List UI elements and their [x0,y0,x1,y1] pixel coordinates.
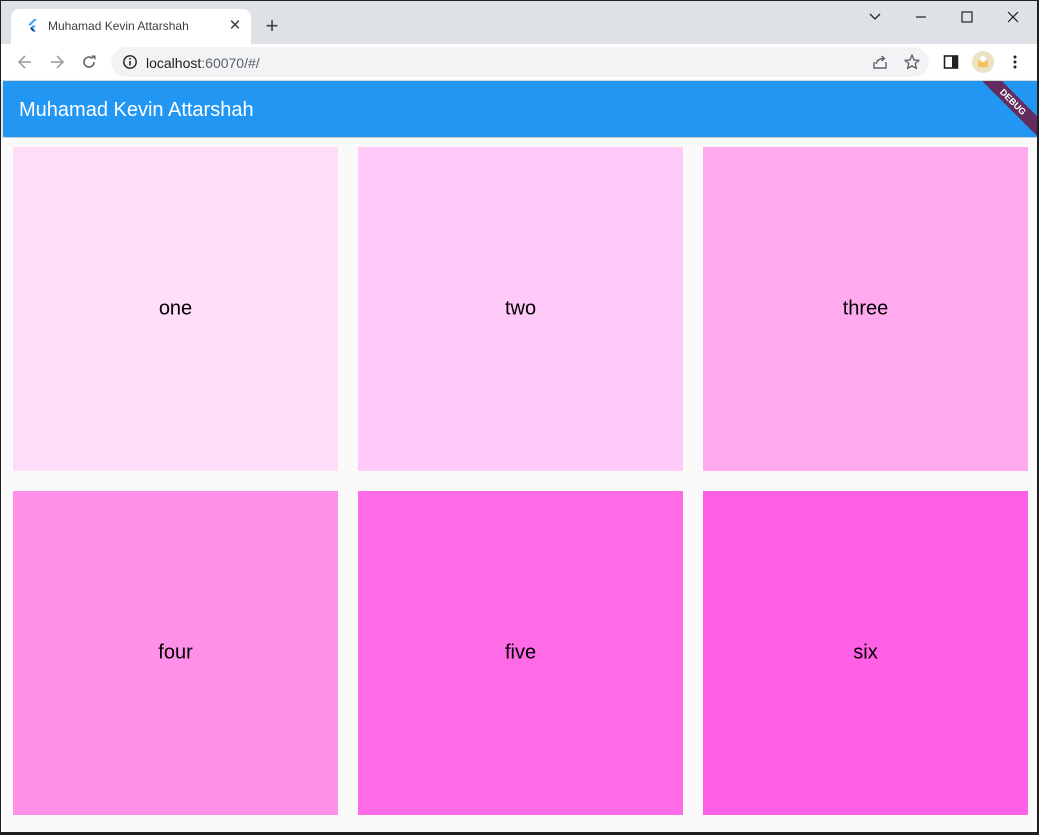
debug-banner: DEBUG [974,81,1037,137]
tile-grid: one two three four five six [3,138,1037,832]
url-path: :60070/#/ [201,55,260,71]
bookmark-star-icon[interactable] [903,53,921,71]
url-text[interactable]: localhost:60070/#/ [146,55,260,71]
share-icon[interactable] [871,53,889,71]
browser-toolbar: localhost:60070/#/ [1,44,1037,81]
grid-tile-six[interactable]: six [703,491,1028,815]
side-panel-icon[interactable] [942,53,960,71]
grid-tile-one[interactable]: one [13,147,338,471]
url-host: localhost [146,55,202,71]
grid-tile-three[interactable]: three [703,147,1028,471]
more-menu-icon[interactable] [1006,53,1024,71]
back-arrow-icon[interactable] [13,50,37,74]
tab-title: Muhamad Kevin Attarshah [48,19,189,33]
tile-label: two [504,297,537,320]
browser-tab[interactable]: Muhamad Kevin Attarshah ✕ [11,9,251,44]
tile-label: five [504,641,537,664]
new-tab-button[interactable]: + [260,15,284,39]
minimize-icon[interactable] [898,5,944,29]
tile-label: four [158,641,193,664]
tile-label: six [853,641,878,664]
reload-icon[interactable] [77,50,101,74]
browser-window: Muhamad Kevin Attarshah ✕ + localhost:60… [1,1,1037,832]
grid-tile-two[interactable]: two [358,147,683,471]
close-tab-icon[interactable]: ✕ [227,18,243,34]
app-title: Muhamad Kevin Attarshah [19,99,254,121]
flutter-logo-icon [25,18,41,34]
tab-search-chevron-icon[interactable] [852,5,898,29]
maximize-icon[interactable] [944,5,990,29]
grid-tile-four[interactable]: four [13,491,338,815]
tile-label: one [158,297,193,320]
tile-label: three [842,297,889,320]
grid-tile-five[interactable]: five [358,491,683,815]
tab-strip: Muhamad Kevin Attarshah ✕ + [1,1,1037,44]
address-bar[interactable]: localhost:60070/#/ [111,47,929,77]
forward-arrow-icon[interactable] [45,50,69,74]
profile-avatar[interactable] [972,51,994,73]
close-window-icon[interactable] [990,5,1036,29]
app-bar: Muhamad Kevin Attarshah DEBUG [3,81,1037,137]
site-info-icon[interactable] [122,54,138,70]
